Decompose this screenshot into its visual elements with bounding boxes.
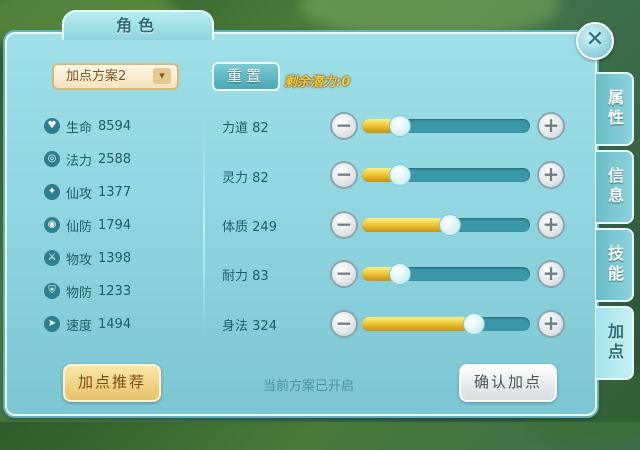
- reset-button[interactable]: 重置: [212, 62, 280, 91]
- chevron-down-icon: ▾: [153, 68, 171, 84]
- remaining-potential: 剩余潜力:0: [284, 71, 350, 90]
- attr-value: 82: [252, 121, 269, 136]
- remaining-potential-label: 剩余潜力:: [284, 75, 342, 90]
- stat-magic-defense: ◉ 仙防 1794: [44, 215, 131, 235]
- stat-value: 1377: [98, 184, 132, 200]
- magic-attack-icon: ✦: [44, 184, 60, 200]
- heart-icon: ♥: [44, 118, 60, 134]
- scheme-status-text: 当前方案已开启: [263, 379, 355, 394]
- stat-label: 法力: [66, 153, 93, 169]
- remaining-potential-value: 0: [341, 75, 351, 90]
- attr-name: 身法: [222, 319, 249, 334]
- slider-fill: [362, 317, 473, 331]
- close-icon[interactable]: ✕: [576, 22, 614, 60]
- agility-slider[interactable]: [362, 313, 530, 335]
- slider-knob[interactable]: [388, 263, 411, 285]
- attr-name: 灵力: [222, 171, 249, 186]
- tab-info[interactable]: 信息: [596, 150, 634, 224]
- attr-value: 83: [252, 269, 269, 284]
- attr-name: 耐力: [222, 269, 249, 284]
- recommend-points-button[interactable]: 加点推荐: [63, 364, 161, 402]
- stat-speed: ➤ 速度 1494: [44, 314, 131, 334]
- magic-defense-icon: ◉: [44, 217, 60, 233]
- slider-knob[interactable]: [388, 164, 411, 186]
- attr-constitution-label: 体质 249: [222, 216, 277, 235]
- slider-fill: [362, 218, 450, 232]
- tab-skills[interactable]: 技能: [596, 228, 634, 302]
- scheme-dropdown[interactable]: 加点方案2 ▾: [52, 63, 179, 90]
- attr-value: 249: [252, 220, 277, 235]
- slider-knob[interactable]: [388, 115, 411, 137]
- stat-value: 1233: [98, 283, 132, 299]
- spirit-minus-button[interactable]: −: [330, 161, 358, 189]
- confirm-points-button[interactable]: 确认加点: [459, 364, 557, 402]
- endurance-minus-button[interactable]: −: [330, 260, 358, 288]
- endurance-plus-button[interactable]: +: [537, 260, 565, 288]
- attr-name: 力道: [222, 121, 249, 136]
- attr-spirit-label: 灵力 82: [222, 167, 269, 186]
- attr-endurance-label: 耐力 83: [222, 265, 269, 284]
- strength-slider[interactable]: [362, 115, 530, 137]
- agility-minus-button[interactable]: −: [330, 310, 358, 338]
- column-divider: [203, 115, 205, 335]
- strength-plus-button[interactable]: +: [537, 112, 565, 140]
- constitution-plus-button[interactable]: +: [537, 211, 565, 239]
- stat-value: 8594: [98, 118, 132, 134]
- stat-label: 仙防: [66, 219, 93, 235]
- stat-label: 生命: [66, 120, 93, 136]
- strength-minus-button[interactable]: −: [330, 112, 358, 140]
- window-title: 角色: [62, 10, 214, 40]
- spirit-slider[interactable]: [362, 164, 530, 186]
- stat-mana: ◎ 法力 2588: [44, 149, 131, 169]
- stat-value: 1494: [98, 316, 132, 332]
- sword-icon: ⚔: [44, 250, 60, 266]
- attr-name: 体质: [222, 220, 249, 235]
- stat-hp: ♥ 生命 8594: [44, 116, 131, 136]
- slider-knob[interactable]: [462, 313, 485, 335]
- stat-physical-attack: ⚔ 物攻 1398: [44, 248, 131, 268]
- spirit-plus-button[interactable]: +: [537, 161, 565, 189]
- mana-swirl-icon: ◎: [44, 151, 60, 167]
- tab-attributes[interactable]: 属性: [596, 72, 634, 146]
- stat-physical-defense: ⛨ 物防 1233: [44, 281, 131, 301]
- stat-label: 速度: [66, 318, 93, 334]
- constitution-slider[interactable]: [362, 214, 530, 236]
- stat-magic-attack: ✦ 仙攻 1377: [44, 182, 131, 202]
- stat-label: 仙攻: [66, 186, 93, 202]
- scheme-selected-value: 加点方案2: [66, 69, 127, 84]
- stat-value: 1398: [98, 250, 132, 266]
- attr-value: 324: [252, 319, 277, 334]
- constitution-minus-button[interactable]: −: [330, 211, 358, 239]
- endurance-slider[interactable]: [362, 263, 530, 285]
- shield-icon: ⛨: [44, 283, 60, 299]
- stat-label: 物防: [66, 285, 93, 301]
- stat-value: 1794: [98, 217, 132, 233]
- stat-value: 2588: [98, 151, 132, 167]
- attr-agility-label: 身法 324: [222, 315, 277, 334]
- tab-add-points[interactable]: 加点: [596, 306, 634, 380]
- agility-plus-button[interactable]: +: [537, 310, 565, 338]
- stat-label: 物攻: [66, 252, 93, 268]
- speed-icon: ➤: [44, 316, 60, 332]
- attr-strength-label: 力道 82: [222, 117, 269, 136]
- attr-value: 82: [252, 171, 269, 186]
